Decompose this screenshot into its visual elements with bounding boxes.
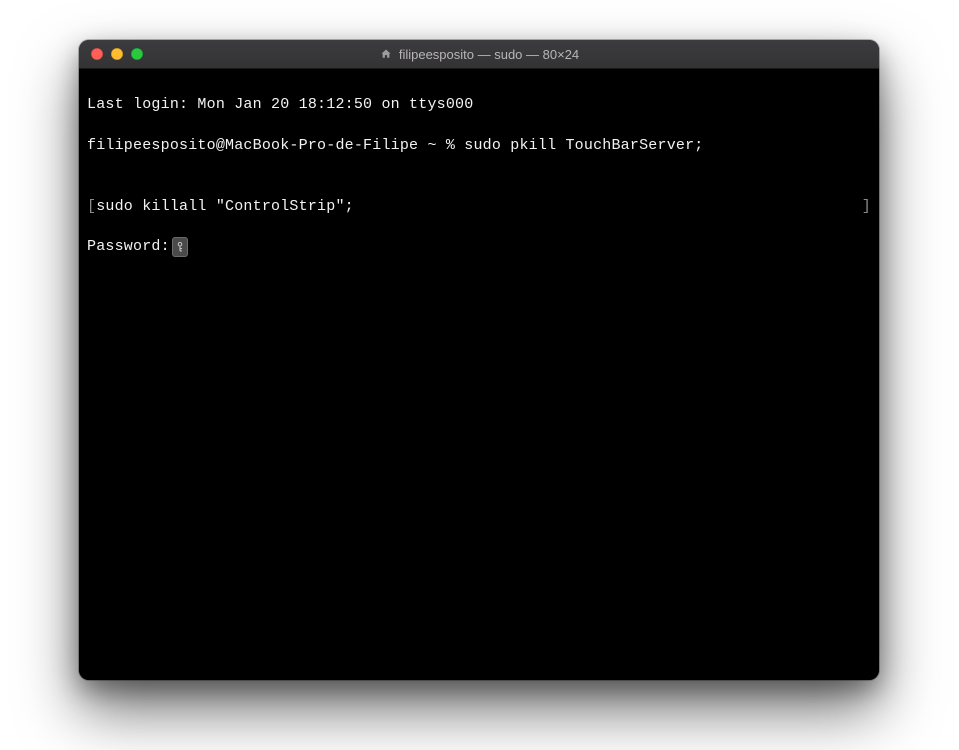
titlebar[interactable]: filipeesposito — sudo — 80×24 [79,40,879,69]
minimize-button[interactable] [111,48,123,60]
window-title: filipeesposito — sudo — 80×24 [79,47,879,61]
traffic-lights [79,40,143,68]
password-line: Password: [87,237,871,257]
continuation-line: [sudo killall "ControlStrip";] [87,197,871,217]
key-icon [172,237,188,257]
terminal-body[interactable]: Last login: Mon Jan 20 18:12:50 on ttys0… [79,69,879,680]
prompt-line: filipeesposito@MacBook-Pro-de-Filipe ~ %… [87,136,871,156]
terminal-window: filipeesposito — sudo — 80×24 Last login… [79,40,879,680]
close-button[interactable] [91,48,103,60]
zoom-button[interactable] [131,48,143,60]
last-login-line: Last login: Mon Jan 20 18:12:50 on ttys0… [87,95,871,115]
password-label: Password: [87,238,170,255]
bracket-open: [ [87,198,96,215]
continuation-cmd: sudo killall "ControlStrip"; [96,198,354,215]
window-title-text: filipeesposito — sudo — 80×24 [399,48,579,61]
bracket-close: ] [862,197,871,217]
home-icon [379,47,393,61]
